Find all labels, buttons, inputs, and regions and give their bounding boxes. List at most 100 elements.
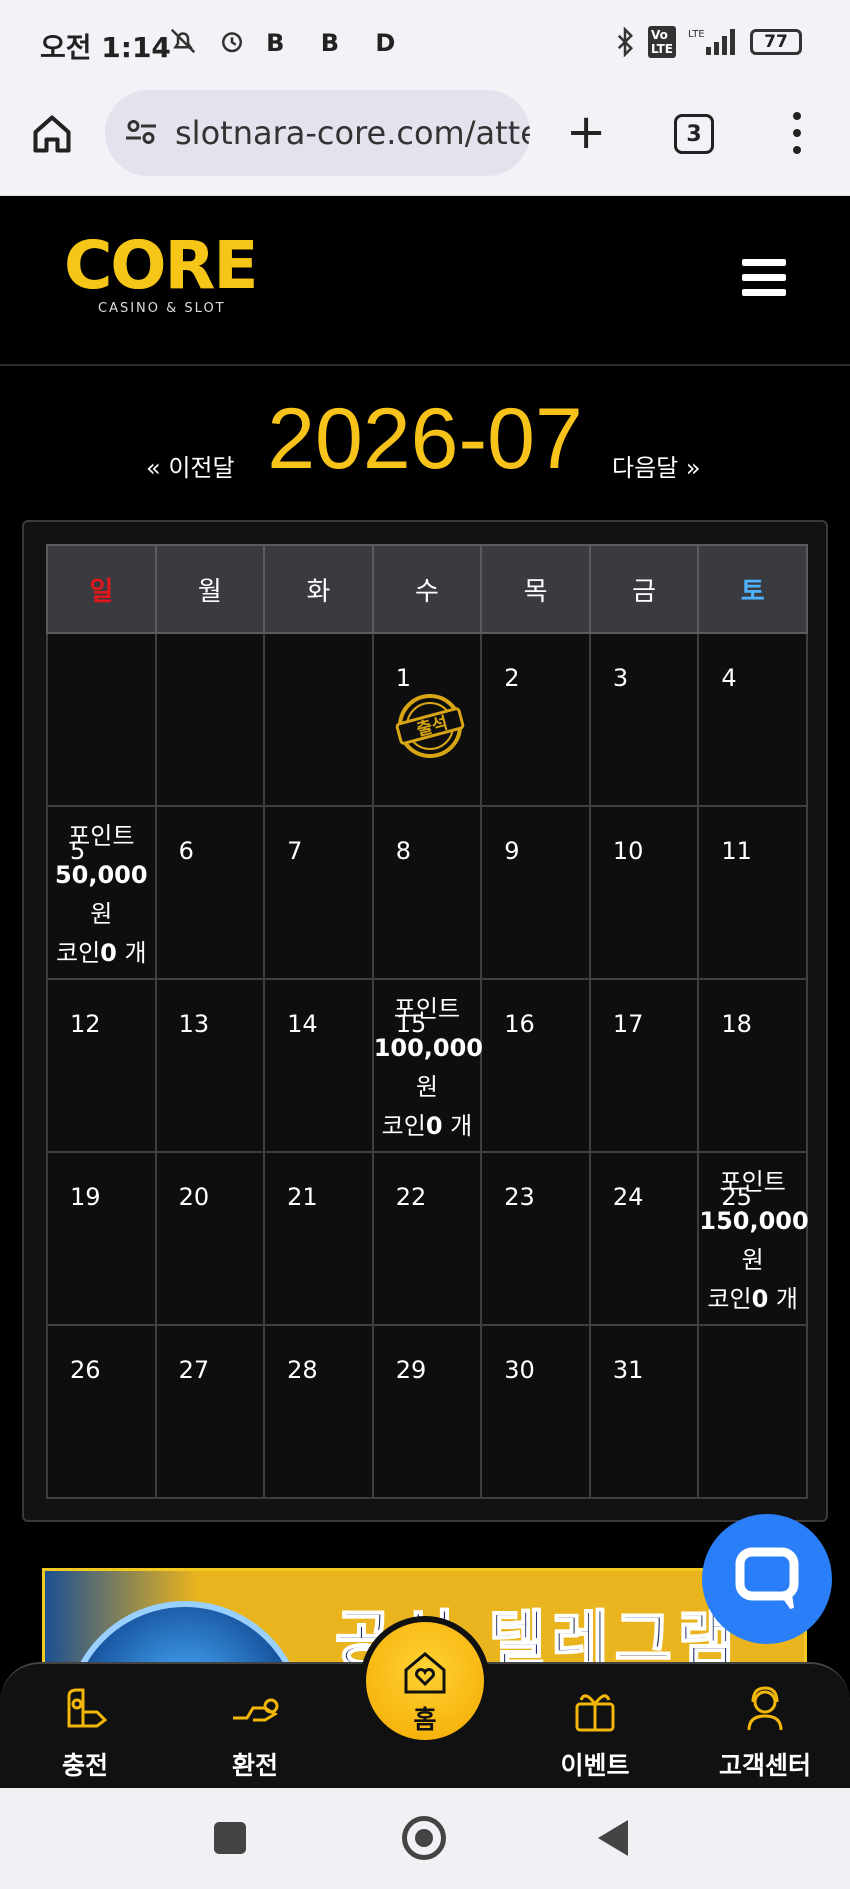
calendar-day-cell[interactable]: 28 — [263, 1324, 374, 1499]
day-number: 16 — [504, 1010, 535, 1038]
site-logo[interactable]: CORE CASINO & SLOT — [64, 233, 264, 323]
deposit-icon — [67, 1688, 108, 1728]
calendar-day-cell[interactable]: 20 — [154, 1151, 266, 1326]
calendar-day-cell[interactable]: 19 — [46, 1151, 157, 1326]
calendar-body: 1 출석 2 3 4 5 포인트 50,000 원 코인0 개 6 7 8 9 10 11 12 13 14 15 포인… — [46, 632, 809, 1499]
more-menu-icon[interactable] — [790, 112, 804, 156]
reward-unit: 원 — [90, 900, 113, 928]
calendar-day-cell[interactable]: 15 포인트 100,000 원 코인0 개 — [371, 978, 483, 1153]
weekday-mon: 월 — [154, 544, 266, 634]
nav-support-label: 고객센터 — [718, 1751, 811, 1780]
reward-coin-count: 0 — [100, 939, 117, 967]
calendar-day-cell[interactable]: 18 — [697, 978, 808, 1153]
hamburger-menu-icon[interactable] — [742, 259, 786, 297]
next-month-link[interactable]: 다음달 » — [612, 448, 701, 483]
live-chat-button[interactable] — [702, 1514, 832, 1644]
battery-icon: 77 — [750, 29, 802, 55]
status-notification-icons: B B D — [168, 26, 409, 58]
browser-home-icon[interactable] — [30, 112, 74, 156]
day-number: 31 — [612, 1356, 644, 1384]
calendar-day-cell[interactable]: 16 — [480, 978, 591, 1153]
calendar-day-cell[interactable]: 31 — [588, 1324, 700, 1499]
calendar-day-cell[interactable]: 29 — [371, 1324, 483, 1499]
calendar-day-cell[interactable]: 14 — [263, 978, 374, 1153]
url-bar[interactable]: slotnara-core.com/attendance — [105, 90, 530, 176]
calendar-day-cell[interactable]: 8 — [371, 805, 483, 980]
calendar-week-row: 19 20 21 22 23 24 25 포인트 150,000 원 코인0 개 — [46, 1151, 809, 1326]
reward-coin-label: 코인 — [707, 1285, 752, 1313]
android-home-icon[interactable] — [402, 1816, 446, 1860]
calendar-day-cell[interactable]: 4 — [697, 632, 808, 807]
day-number: 6 — [178, 837, 194, 865]
weekday-thu: 목 — [480, 544, 591, 634]
site-header: CORE CASINO & SLOT — [0, 197, 850, 366]
reward-coin-count: 0 — [425, 1112, 443, 1140]
nav-event[interactable]: 이벤트 — [535, 1682, 655, 1782]
day-number: 24 — [612, 1183, 644, 1211]
status-bar: 오전 1:14 B B D Vo LTE LTE 77 — [0, 0, 850, 90]
weekday-tue: 화 — [263, 544, 374, 634]
alarm-icon — [222, 32, 243, 53]
calendar-week-row: 1 출석 2 3 4 — [46, 632, 808, 807]
calendar-day-cell[interactable]: 30 — [480, 1324, 591, 1499]
day-number: 11 — [721, 837, 752, 865]
url-text[interactable]: slotnara-core.com/attendance — [175, 114, 530, 152]
b-app-icon: B B D — [266, 29, 410, 57]
month-navigation: « 이전달 2026-07 다음달 » — [0, 378, 850, 488]
calendar-day-cell[interactable]: 23 — [480, 1151, 591, 1326]
day-number: 14 — [287, 1010, 318, 1038]
reward-point-label: 포인트 — [68, 822, 135, 850]
calendar-empty-cell — [697, 1324, 808, 1499]
calendar-day-cell[interactable]: 26 — [46, 1324, 157, 1499]
calendar-day-cell[interactable]: 1 출석 — [371, 632, 483, 807]
day-number: 17 — [612, 1010, 644, 1038]
calendar-day-cell[interactable]: 6 — [154, 805, 266, 980]
calendar-day-cell[interactable]: 2 — [480, 632, 591, 807]
browser-toolbar: slotnara-core.com/attendance + 3 — [0, 90, 850, 196]
calendar-day-cell[interactable]: 17 — [588, 978, 700, 1153]
calendar-week-row: 12 13 14 15 포인트 100,000 원 코인0 개 16 17 18 — [46, 978, 808, 1153]
day-number: 13 — [178, 1010, 210, 1038]
calendar-day-cell[interactable]: 7 — [263, 805, 374, 980]
reward-amount: 150,000 — [699, 1207, 809, 1235]
day-number: 8 — [395, 837, 411, 865]
calendar-day-cell[interactable]: 3 — [588, 632, 700, 807]
nav-home[interactable]: 홈 — [360, 1616, 490, 1746]
nav-home-label: 홈 — [413, 1705, 437, 1734]
calendar-day-cell[interactable]: 27 — [154, 1324, 266, 1499]
calendar-day-cell[interactable]: 5 포인트 50,000 원 코인0 개 — [46, 805, 157, 980]
site-settings-icon[interactable] — [123, 114, 159, 150]
calendar-day-cell[interactable]: 12 — [46, 978, 157, 1153]
back-icon[interactable] — [598, 1820, 628, 1856]
nav-deposit-label: 충전 — [61, 1751, 108, 1780]
calendar-day-cell[interactable]: 24 — [588, 1151, 700, 1326]
calendar-empty-cell — [46, 632, 157, 807]
day-number: 7 — [287, 837, 303, 865]
reward-unit: 원 — [415, 1073, 439, 1101]
tab-switcher-button[interactable]: 3 — [674, 114, 714, 154]
calendar-day-cell[interactable]: 9 — [480, 805, 591, 980]
reward-amount: 50,000 — [54, 861, 148, 889]
attendance-calendar: 일 월 화 수 목 금 토 1 출석 2 3 4 5 포인트 50,000 원 코인0 개6789… — [22, 520, 828, 1522]
status-time: 오전 1:14 — [40, 31, 171, 64]
calendar-day-cell[interactable]: 25 포인트 150,000 원 코인0 개 — [697, 1151, 809, 1326]
new-tab-icon[interactable]: + — [566, 108, 606, 156]
day-number: 2 — [504, 664, 520, 692]
weekday-header-row: 일 월 화 수 목 금 토 — [46, 544, 808, 634]
withdraw-icon — [233, 1698, 279, 1722]
reward-coin-count: 0 — [751, 1285, 769, 1313]
reward-point-label: 포인트 — [719, 1168, 786, 1196]
calendar-day-cell[interactable]: 10 — [588, 805, 700, 980]
day-number: 27 — [178, 1356, 210, 1384]
calendar-day-cell[interactable]: 11 — [697, 805, 808, 980]
chat-bubble-icon — [735, 1547, 799, 1610]
calendar-day-cell[interactable]: 22 — [371, 1151, 483, 1326]
day-number: 9 — [504, 837, 520, 865]
calendar-day-cell[interactable]: 13 — [154, 978, 266, 1153]
android-navigation-bar — [0, 1788, 850, 1889]
nav-deposit[interactable]: 충전 — [25, 1682, 145, 1782]
recents-icon[interactable] — [214, 1822, 246, 1854]
nav-support[interactable]: 고객센터 — [705, 1682, 825, 1782]
nav-withdraw[interactable]: 환전 — [195, 1682, 315, 1782]
calendar-day-cell[interactable]: 21 — [263, 1151, 374, 1326]
